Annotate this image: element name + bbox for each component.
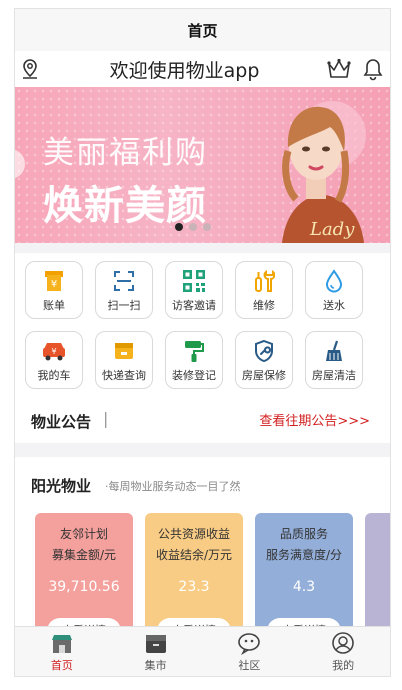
scan-icon (111, 268, 137, 294)
svg-text:¥: ¥ (51, 347, 56, 356)
banner-subtitle: 美丽福利购 (43, 135, 208, 171)
service-visitor[interactable]: 访客邀请 (165, 261, 223, 319)
water-drop-icon (321, 268, 347, 294)
svg-text:¥: ¥ (51, 279, 57, 290)
tab-label: 我的 (332, 659, 355, 672)
welcome-header: 欢迎使用物业app (15, 51, 390, 87)
carousel-dot[interactable] (175, 223, 183, 231)
car-icon: ¥ (41, 338, 67, 364)
carousel-dot[interactable] (203, 223, 211, 231)
shield-wrench-icon (251, 338, 277, 364)
service-bill[interactable]: ¥ 账单 (25, 261, 83, 319)
carousel-dot[interactable] (189, 223, 197, 231)
broom-icon (321, 338, 347, 364)
card-metric-label: 服务满意度/分 (265, 548, 343, 562)
service-label: 房屋保修 (242, 369, 286, 382)
tab-label: 社区 (238, 659, 261, 672)
promo-banner[interactable]: 美丽福利购 焕新美颜 Lady (15, 87, 390, 243)
tab-community[interactable]: 社区 (203, 627, 297, 676)
service-label: 房屋清洁 (312, 369, 356, 382)
chat-bubble-icon (237, 631, 261, 655)
service-label: 装修登记 (172, 369, 216, 382)
bottom-tab-bar: 首页 集市 社区 我的 (15, 626, 390, 676)
service-water[interactable]: 送水 (305, 261, 363, 319)
paint-roller-icon (181, 338, 207, 364)
card-metric-label: 收益结余/万元 (155, 548, 233, 562)
card-value: 39,710.56 (48, 579, 120, 595)
service-label: 账单 (43, 299, 65, 312)
home-store-icon (50, 631, 74, 655)
service-label: 我的车 (37, 369, 71, 382)
service-scan[interactable]: 扫一扫 (95, 261, 153, 319)
service-decoration[interactable]: 装修登记 (165, 331, 223, 389)
stat-card-partial[interactable] (365, 513, 390, 643)
service-label: 快递查询 (102, 369, 146, 382)
card-value: 4.3 (292, 579, 316, 595)
location-pin-icon[interactable] (17, 56, 43, 82)
bill-icon: ¥ (41, 268, 67, 294)
banner-model-illustration: Lady (282, 101, 366, 243)
service-label: 送水 (323, 299, 345, 312)
card-value: 23.3 (178, 579, 210, 595)
banner-script-text: Lady (309, 219, 355, 240)
tab-label: 首页 (50, 659, 73, 672)
card-title: 公共资源收益 (157, 527, 230, 541)
service-repair[interactable]: 维修 (235, 261, 293, 319)
service-warranty[interactable]: 房屋保修 (235, 331, 293, 389)
notice-divider: | (103, 409, 109, 428)
app-frame: 首页 欢迎使用物业app 美丽福利购 焕新美颜 Lady ¥ 账单 扫一扫 访客… (14, 8, 391, 677)
tab-label: 集市 (144, 659, 167, 672)
page-title: 首页 (187, 21, 218, 40)
card-title: 友邻计划 (59, 527, 108, 541)
qrcode-icon (181, 268, 207, 294)
view-past-notices-link[interactable]: 查看往期公告>>> (259, 410, 370, 429)
service-label: 维修 (253, 299, 275, 312)
card-metric-label: 募集金额/元 (51, 548, 117, 562)
stat-card-quality-service[interactable]: 品质服务 服务满意度/分 4.3 查看详情 (255, 513, 353, 644)
welcome-text: 欢迎使用物业app (109, 59, 260, 82)
card-title: 品质服务 (279, 527, 328, 541)
service-cleaning[interactable]: 房屋清洁 (305, 331, 363, 389)
tab-home[interactable]: 首页 (15, 627, 109, 676)
notice-title: 物业公告 (31, 413, 92, 431)
bell-icon[interactable] (360, 56, 386, 82)
section-subtitle: ·每周物业服务动态一目了然 (105, 480, 241, 493)
service-label: 访客邀请 (172, 299, 216, 312)
market-box-icon (144, 631, 168, 655)
service-label: 扫一扫 (107, 299, 141, 312)
service-package[interactable]: 快递查询 (95, 331, 153, 389)
nav-bar: 首页 (15, 9, 390, 51)
tab-market[interactable]: 集市 (109, 627, 203, 676)
property-section: 阳光物业 ·每周物业服务动态一目了然 友邻计划 募集金额/元 39,710.56… (15, 457, 390, 644)
tab-profile[interactable]: 我的 (296, 627, 390, 676)
stat-card-public-income[interactable]: 公共资源收益 收益结余/万元 23.3 查看详情 (145, 513, 243, 644)
crown-icon[interactable] (326, 56, 352, 82)
carousel-indicators (175, 223, 211, 231)
repair-icon (251, 268, 277, 294)
service-my-car[interactable]: ¥ 我的车 (25, 331, 83, 389)
stat-card-neighbor-plan[interactable]: 友邻计划 募集金额/元 39,710.56 查看详情 (35, 513, 133, 644)
profile-icon (331, 631, 355, 655)
package-icon (111, 338, 137, 364)
section-title: 阳光物业 (31, 477, 92, 495)
